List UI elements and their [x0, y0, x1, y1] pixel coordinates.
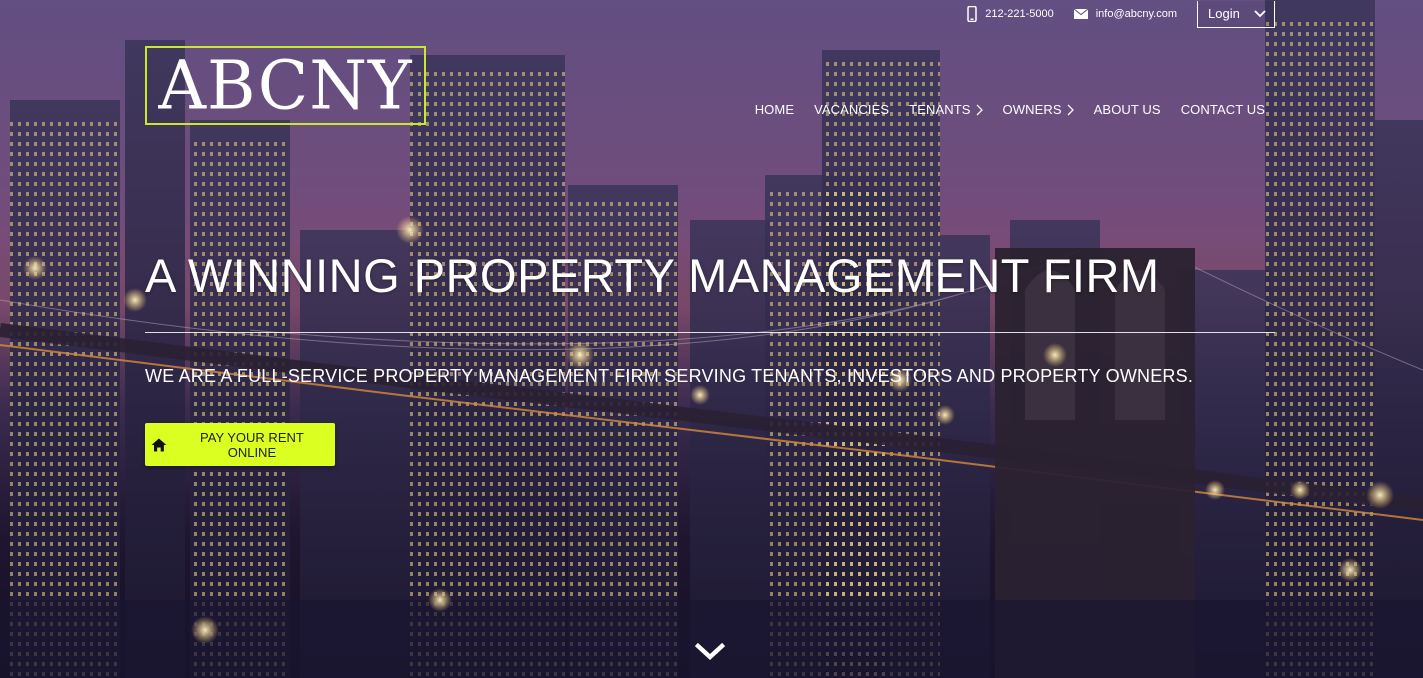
email-address: info@abcny.com: [1095, 8, 1177, 20]
phone-icon: [967, 6, 977, 22]
hero-subheadline: WE ARE A FULL-SERVICE PROPERTY MANAGEMEN…: [145, 366, 1194, 386]
chevron-right-icon: [976, 104, 983, 115]
pay-rent-online-button[interactable]: PAY YOUR RENT ONLINE: [145, 423, 335, 466]
nav-label: ABOUT US: [1093, 102, 1161, 117]
nav-item-owners[interactable]: OWNERS: [1003, 102, 1074, 117]
nav-item-home[interactable]: HOME: [755, 102, 794, 117]
nav-item-vacancies[interactable]: VACANCIES: [814, 102, 889, 117]
nav-label: OWNERS: [1002, 102, 1062, 117]
hero-divider: [145, 332, 1275, 333]
nav-label: TENANTS: [909, 102, 971, 117]
hero-headline: A WINNING PROPERTY MANAGEMENT FIRM: [145, 249, 1160, 302]
scroll-down-button[interactable]: [694, 640, 726, 664]
phone-number: 212-221-5000: [985, 8, 1054, 20]
nav-item-contact-us[interactable]: CONTACT US: [1181, 102, 1265, 117]
site-logo[interactable]: ABCNY: [145, 46, 426, 125]
chevron-down-icon: [695, 643, 725, 661]
login-label: Login: [1208, 6, 1240, 21]
login-dropdown-button[interactable]: Login: [1197, 0, 1275, 28]
email-contact[interactable]: info@abcny.com: [1073, 8, 1177, 20]
contact-bar: 212-221-5000 info@abcny.com Login: [967, 0, 1275, 28]
phone-contact[interactable]: 212-221-5000: [967, 6, 1054, 22]
nav-label: HOME: [754, 102, 795, 117]
nav-item-about-us[interactable]: ABOUT US: [1094, 102, 1161, 117]
main-nav: HOME VACANCIES TENANTS OWNERS ABOUT US C…: [755, 102, 1265, 117]
chevron-right-icon: [1067, 104, 1074, 115]
cta-label: PAY YOUR RENT ONLINE: [200, 429, 304, 460]
nav-label: VACANCIES: [814, 102, 890, 117]
logo-text: ABCNY: [158, 45, 413, 125]
chevron-down-icon: [1254, 9, 1266, 17]
mail-icon: [1073, 9, 1088, 19]
nav-label: CONTACT US: [1180, 102, 1265, 117]
nav-item-tenants[interactable]: TENANTS: [909, 102, 983, 117]
home-icon: [151, 438, 167, 451]
